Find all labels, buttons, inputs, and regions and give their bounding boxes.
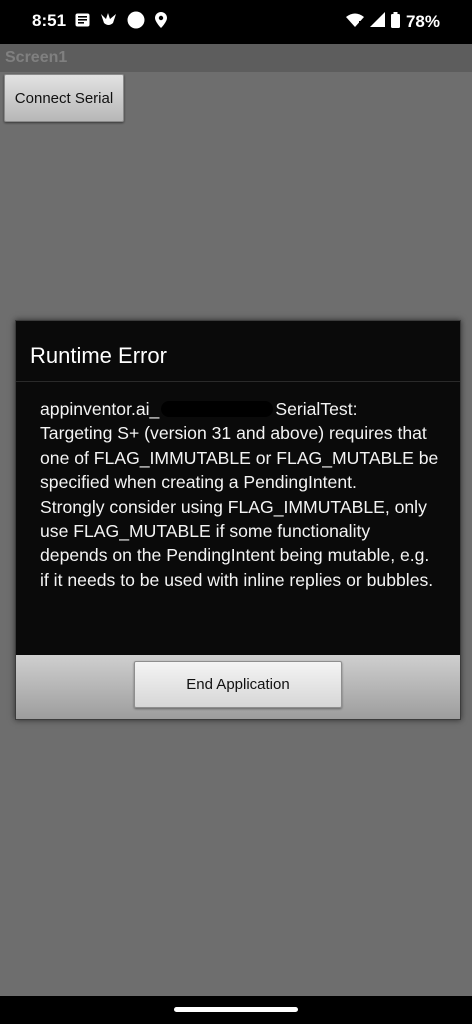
news-icon (75, 13, 90, 32)
bird-icon (100, 12, 117, 32)
status-icons-right: 78% (345, 11, 440, 33)
dialog-divider (16, 381, 460, 382)
redaction-mark (161, 401, 274, 417)
battery-icon (390, 11, 400, 33)
status-bar: 8:51 78% (0, 0, 472, 44)
home-gesture-handle[interactable] (174, 1007, 298, 1012)
end-application-button[interactable]: End Application (134, 661, 342, 708)
screen-title: Screen1 (5, 49, 68, 66)
message-body: SerialTest: Targeting S+ (version 31 and… (40, 399, 439, 590)
signal-icon (369, 12, 385, 32)
location-icon (155, 11, 167, 33)
connect-serial-button[interactable]: Connect Serial (4, 74, 124, 122)
battery-percent: 78% (405, 12, 440, 31)
runtime-error-dialog: Runtime Error appinventor.ai_ SerialTest:… (15, 320, 461, 720)
dialog-title: Runtime Error (30, 343, 167, 368)
status-icons-left (75, 11, 167, 34)
screen-title-bar: Screen1 (0, 44, 472, 72)
wifi-icon (345, 13, 364, 32)
dialog-button-bar: End Application (16, 655, 460, 719)
dialog-message: appinventor.ai_ SerialTest: Targeting S+ … (40, 397, 442, 592)
message-prefix: appinventor.ai_ (40, 399, 160, 419)
navigation-bar (0, 996, 472, 1024)
status-time: 8:51 (32, 11, 67, 30)
circle-dot-icon (127, 11, 145, 34)
